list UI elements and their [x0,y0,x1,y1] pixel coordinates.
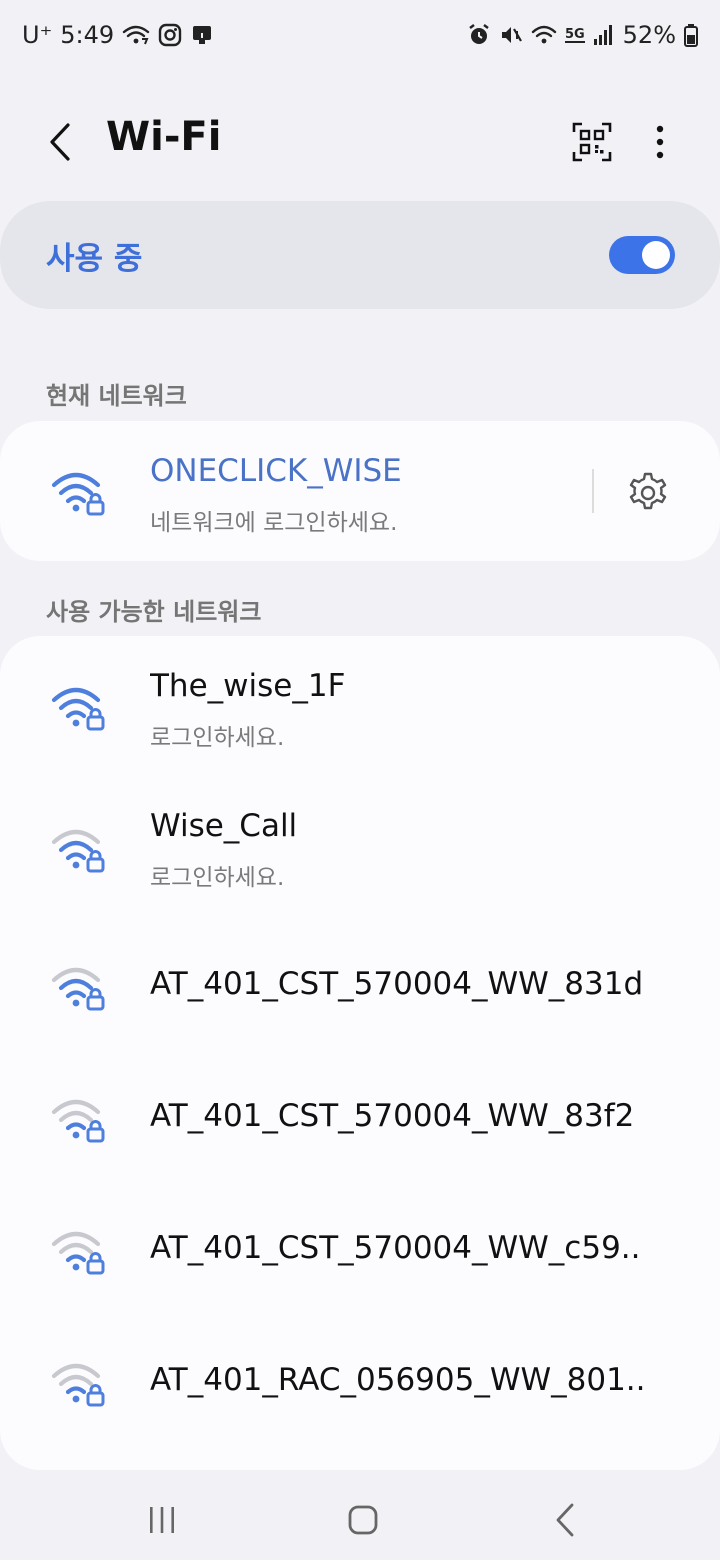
wifi-calling-icon [122,25,150,45]
master-switch-label: 사용 중 [46,240,143,277]
network-item[interactable]: AT_401_RAC_056905_WW_801.. [0,1316,720,1448]
network-item[interactable]: AT_401_CST_570004_WW_83f2 [0,1052,720,1184]
wifi-secured-full-icon [51,472,105,516]
battery-icon [684,24,698,47]
current-network-card: ONECLICK_WISE 네트워크에 로그인하세요. [0,421,720,561]
carrier-label: U⁺ [22,21,53,49]
wifi-secured-low-icon [51,1231,105,1275]
network-item[interactable]: The_wise_1F 로그인하세요. [0,636,720,780]
chevron-left-icon [50,123,70,161]
network-name: AT_401_CST_570004_WW_831d [150,966,644,1002]
network-status: 로그인하세요. [150,725,285,751]
instagram-icon [158,23,182,47]
signal-icon [593,25,612,45]
network-name: AT_401_CST_570004_WW_c59.. [150,1230,641,1266]
network-item[interactable]: AT_401_CST_570004_WW_c59.. [0,1184,720,1316]
clock: 5:49 [60,21,115,49]
wifi-secured-medium-icon [51,967,105,1011]
network-name: AT_401_CST_570004_WW_83f2 [150,1098,635,1134]
wifi-secured-full-icon [51,687,105,731]
divider [592,469,594,513]
wifi-secured-low-icon [51,1363,105,1407]
more-vertical-icon [656,125,664,159]
wifi-status-icon [531,25,557,44]
chevron-left-icon [556,1503,574,1537]
network-name: Wise_Call [150,808,298,844]
mute-icon [501,27,522,43]
home-button[interactable] [339,1498,387,1542]
home-icon [348,1505,378,1535]
status-right: 5G 52% [467,21,698,49]
available-networks-card: The_wise_1F 로그인하세요. Wise_Call 로그인하세요. AT… [0,636,720,1470]
network-item[interactable]: Wise_Call 로그인하세요. [0,778,720,922]
battery-percent: 52% [622,21,676,49]
network-settings-button[interactable] [626,471,670,515]
wifi-master-switch-bar[interactable]: 사용 중 [0,201,720,309]
network-item[interactable]: AT_401_CST_570004_WW_831d [0,920,720,1052]
back-nav-button[interactable] [541,1498,589,1542]
recent-apps-button[interactable] [138,1498,186,1542]
wifi-secured-medium-icon [51,829,105,873]
qr-code-icon [572,122,612,162]
network-name: The_wise_1F [150,668,346,704]
network-status: 로그인하세요. [150,865,285,891]
system-navigation-bar [0,1480,720,1560]
network-type-badge: 5G [564,26,585,43]
available-networks-header: 사용 가능한 네트워크 [46,598,262,626]
notification-app-icon [193,26,212,44]
current-network-item[interactable]: ONECLICK_WISE 네트워크에 로그인하세요. [0,421,720,561]
network-name: AT_401_RAC_056905_WW_801.. [150,1362,646,1398]
more-options-button[interactable] [640,118,680,166]
current-network-name: ONECLICK_WISE [150,453,402,489]
app-bar: Wi-Fi [0,92,720,192]
current-network-header: 현재 네트워크 [46,382,187,410]
wifi-secured-low-icon [51,1099,105,1143]
gear-icon [629,472,667,510]
recent-apps-icon [150,1507,174,1533]
wifi-toggle[interactable] [609,236,675,274]
toggle-knob [642,241,670,269]
alarm-icon [469,24,489,44]
status-left: U⁺ 5:49 [22,21,214,49]
qr-scan-button[interactable] [568,118,616,166]
back-button[interactable] [38,120,82,164]
wifi-settings-screen: U⁺ 5:49 5G 52% Wi-Fi 사용 중 현재 네트워크 ONECLI… [0,0,720,1560]
current-network-status: 네트워크에 로그인하세요. [150,510,398,536]
page-title: Wi-Fi [106,114,222,160]
status-bar: U⁺ 5:49 5G 52% [0,0,720,70]
